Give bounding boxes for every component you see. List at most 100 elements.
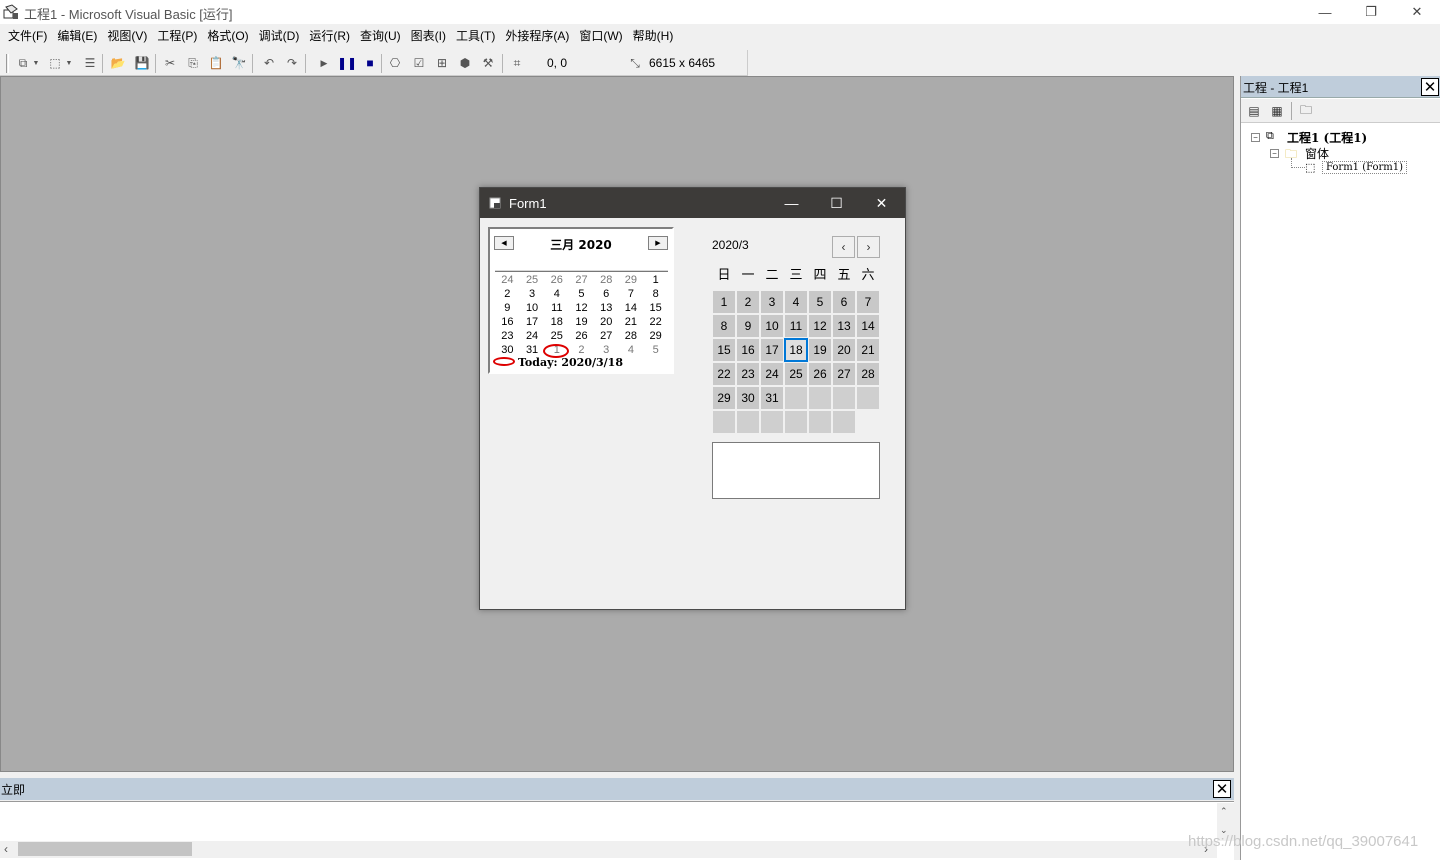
- text-box[interactable]: [712, 442, 880, 499]
- calendar-day[interactable]: 24: [760, 362, 784, 386]
- calendar-day[interactable]: 20: [832, 338, 856, 362]
- form1-window[interactable]: Form1 — ☐ ✕ ◀ 三月 2020 ▶ 星期日 星期一 星期二 星期三 …: [479, 187, 906, 610]
- form1-titlebar[interactable]: Form1 — ☐ ✕: [480, 188, 905, 218]
- day-cell[interactable]: 16: [495, 315, 520, 329]
- calendar-day[interactable]: 13: [832, 314, 856, 338]
- day-cell[interactable]: 5: [643, 343, 668, 357]
- day-cell-today[interactable]: 18: [544, 315, 569, 329]
- calendar-day[interactable]: 4: [784, 290, 808, 314]
- calendar-next-button[interactable]: ›: [857, 236, 880, 258]
- day-cell[interactable]: 11: [544, 301, 569, 315]
- calendar-day[interactable]: 5: [808, 290, 832, 314]
- menu-run[interactable]: 运行(R): [304, 25, 355, 47]
- calendar-day[interactable]: 19: [808, 338, 832, 362]
- redo-icon[interactable]: ↷: [283, 54, 301, 72]
- day-cell[interactable]: 20: [594, 315, 619, 329]
- menu-edit[interactable]: 编辑(E): [52, 25, 102, 47]
- day-cell[interactable]: 4: [544, 287, 569, 301]
- menu-format[interactable]: 格式(O): [202, 25, 253, 47]
- day-cell[interactable]: 14: [619, 301, 644, 315]
- calendar-day[interactable]: 7: [856, 290, 880, 314]
- day-cell[interactable]: 6: [594, 287, 619, 301]
- save-icon[interactable]: 💾: [133, 54, 151, 72]
- monthview-control[interactable]: ◀ 三月 2020 ▶ 星期日 星期一 星期二 星期三 星期四 星期五 星期六 …: [488, 227, 674, 374]
- minimize-button[interactable]: —: [1302, 0, 1348, 24]
- close-button[interactable]: ✕: [1394, 0, 1440, 24]
- day-cell[interactable]: 27: [569, 273, 594, 287]
- menu-editor-icon[interactable]: ☰: [81, 54, 99, 72]
- day-cell[interactable]: 8: [643, 287, 668, 301]
- menu-diagram[interactable]: 图表(I): [406, 25, 451, 47]
- calendar-day[interactable]: 28: [856, 362, 880, 386]
- calendar-day[interactable]: 15: [712, 338, 736, 362]
- tree-form1-item[interactable]: Form1 (Form1): [1322, 161, 1408, 174]
- day-cell[interactable]: 30: [495, 343, 520, 357]
- calendar-day[interactable]: 8: [712, 314, 736, 338]
- form-maximize-button[interactable]: ☐: [814, 188, 859, 218]
- calendar-day[interactable]: 22: [712, 362, 736, 386]
- scroll-left-icon[interactable]: ‹: [4, 842, 8, 856]
- find-icon[interactable]: 🔭: [230, 54, 248, 72]
- day-cell[interactable]: 26: [569, 329, 594, 343]
- day-cell[interactable]: 9: [495, 301, 520, 315]
- break-icon[interactable]: ❚❚: [337, 54, 357, 72]
- scrollbar-thumb[interactable]: [18, 842, 192, 856]
- calendar-day[interactable]: 29: [712, 386, 736, 410]
- collapse-icon[interactable]: −: [1251, 133, 1260, 142]
- calendar-day[interactable]: 27: [832, 362, 856, 386]
- calendar-day[interactable]: 1: [712, 290, 736, 314]
- menu-window[interactable]: 窗口(W): [574, 25, 627, 47]
- dropdown-arrow-icon[interactable]: ▼: [31, 54, 41, 72]
- monthview-next-button[interactable]: ▶: [648, 236, 668, 250]
- day-cell[interactable]: 13: [594, 301, 619, 315]
- day-cell[interactable]: 10: [520, 301, 545, 315]
- end-icon[interactable]: ■: [361, 54, 379, 72]
- day-cell[interactable]: 27: [594, 329, 619, 343]
- day-cell[interactable]: 12: [569, 301, 594, 315]
- paste-icon[interactable]: 📋: [207, 54, 225, 72]
- view-object-icon[interactable]: ▦: [1268, 102, 1286, 120]
- menu-debug[interactable]: 调试(D): [254, 25, 305, 47]
- day-cell[interactable]: 23: [495, 329, 520, 343]
- tree-project-root[interactable]: 工程1 (工程1): [1287, 129, 1367, 146]
- undo-icon[interactable]: ↶: [260, 54, 278, 72]
- menu-view[interactable]: 视图(V): [102, 25, 152, 47]
- day-cell[interactable]: 29: [643, 329, 668, 343]
- calendar-day[interactable]: 10: [760, 314, 784, 338]
- calendar-day[interactable]: 6: [832, 290, 856, 314]
- scroll-up-icon[interactable]: ⌃: [1220, 806, 1228, 817]
- tree-forms-folder[interactable]: 窗体: [1305, 145, 1329, 162]
- monthview-caption[interactable]: 三月 2020: [490, 236, 672, 253]
- day-cell[interactable]: 2: [495, 287, 520, 301]
- object-browser-icon[interactable]: ⬢: [456, 54, 474, 72]
- calendar-day[interactable]: 11: [784, 314, 808, 338]
- day-cell[interactable]: 25: [520, 273, 545, 287]
- calendar-day[interactable]: 3: [760, 290, 784, 314]
- view-code-icon[interactable]: ▤: [1245, 102, 1263, 120]
- menu-tools[interactable]: 工具(T): [451, 25, 500, 47]
- add-form-icon[interactable]: ⬚: [46, 54, 64, 72]
- calendar-day[interactable]: 26: [808, 362, 832, 386]
- day-cell[interactable]: 5: [569, 287, 594, 301]
- add-project-icon[interactable]: ⧉: [14, 54, 32, 72]
- day-cell[interactable]: 15: [643, 301, 668, 315]
- day-cell[interactable]: 1: [643, 273, 668, 287]
- menu-file[interactable]: 文件(F): [3, 25, 52, 47]
- calendar-day[interactable]: 17: [760, 338, 784, 362]
- collapse-icon[interactable]: −: [1270, 149, 1279, 158]
- calendar-day[interactable]: 30: [736, 386, 760, 410]
- calendar-day[interactable]: 23: [736, 362, 760, 386]
- menu-project[interactable]: 工程(P): [152, 25, 202, 47]
- form-close-button[interactable]: ✕: [859, 188, 904, 218]
- day-cell[interactable]: 25: [544, 329, 569, 343]
- copy-icon[interactable]: ⎘: [184, 54, 202, 72]
- day-cell[interactable]: 24: [520, 329, 545, 343]
- cut-icon[interactable]: ✂: [161, 54, 179, 72]
- menu-addins[interactable]: 外接程序(A): [500, 25, 574, 47]
- start-icon[interactable]: ▶: [315, 54, 333, 72]
- day-cell[interactable]: 31: [520, 343, 545, 357]
- day-cell[interactable]: 21: [619, 315, 644, 329]
- calendar-caption[interactable]: 2020/3: [712, 238, 749, 252]
- calendar-day[interactable]: 14: [856, 314, 880, 338]
- calendar-prev-button[interactable]: ‹: [832, 236, 855, 258]
